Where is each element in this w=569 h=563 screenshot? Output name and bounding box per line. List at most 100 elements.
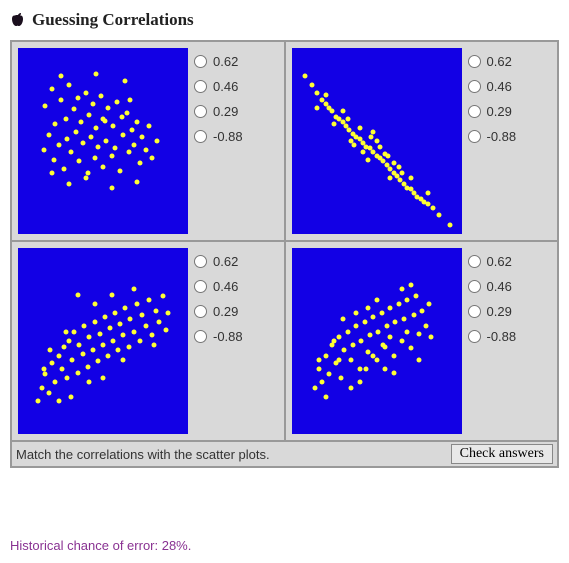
data-point [349,357,354,362]
correlation-radio[interactable] [468,130,481,143]
data-point [138,161,143,166]
data-point [408,176,413,181]
data-point [313,385,318,390]
correlation-radio[interactable] [194,80,207,93]
scatter-plot [18,248,188,434]
correlation-option[interactable]: 0.46 [194,279,243,294]
check-answers-button[interactable]: Check answers [451,444,553,464]
data-point [369,135,374,140]
correlation-radio[interactable] [468,330,481,343]
data-point [357,379,362,384]
data-point [150,333,155,338]
correlation-option[interactable]: -0.88 [468,329,517,344]
data-point [99,94,104,99]
data-point [39,385,44,390]
data-point [396,165,401,170]
correlation-option[interactable]: -0.88 [194,129,243,144]
correlation-option[interactable]: 0.62 [468,254,517,269]
data-point [121,333,126,338]
data-point [102,314,107,319]
data-point [82,324,87,329]
data-point [360,150,365,155]
data-point [384,324,389,329]
options-group: 0.62 0.46 0.29 -0.88 [194,248,243,434]
data-point [131,142,136,147]
data-point [90,101,95,106]
data-point [75,96,80,101]
data-point [121,357,126,362]
data-point [388,176,393,181]
correlation-radio[interactable] [194,305,207,318]
scatter-plot [292,48,462,234]
correlation-radio[interactable] [468,80,481,93]
data-point [155,139,160,144]
correlation-option[interactable]: 0.62 [194,54,243,69]
correlation-radio[interactable] [194,55,207,68]
data-point [56,398,61,403]
correlation-option[interactable]: -0.88 [194,329,243,344]
data-point [114,99,119,104]
data-point [72,107,77,112]
data-point [425,202,430,207]
data-point [315,90,320,95]
data-point [342,348,347,353]
data-point [420,309,425,314]
data-point [364,366,369,371]
correlation-option[interactable]: 0.46 [468,79,517,94]
data-point [75,292,80,297]
data-point [50,361,55,366]
correlation-option[interactable]: 0.46 [194,79,243,94]
correlation-option[interactable]: 0.62 [194,254,243,269]
data-point [400,170,405,175]
correlation-radio[interactable] [194,130,207,143]
correlation-option[interactable]: 0.29 [468,104,517,119]
data-point [109,292,114,297]
data-point [46,391,51,396]
data-point [77,159,82,164]
correlation-option[interactable]: -0.88 [468,129,517,144]
correlation-radio[interactable] [468,55,481,68]
data-point [405,298,410,303]
correlation-option[interactable]: 0.29 [194,104,243,119]
data-point [41,366,46,371]
data-point [61,344,66,349]
data-point [423,324,428,329]
data-point [309,83,314,88]
historical-error-text: Historical chance of error: 28%. [10,538,559,553]
data-point [152,342,157,347]
data-point [36,398,41,403]
data-point [374,298,379,303]
data-point [345,116,350,121]
correlation-radio[interactable] [194,330,207,343]
data-point [326,372,331,377]
footer-bar: Match the correlations with the scatter … [12,440,557,466]
correlation-radio[interactable] [468,105,481,118]
data-point [388,305,393,310]
data-point [400,286,405,291]
correlation-option[interactable]: 0.29 [194,304,243,319]
data-point [379,311,384,316]
data-point [126,150,131,155]
data-point [427,301,432,306]
correlation-radio[interactable] [468,305,481,318]
data-point [84,176,89,181]
correlation-radio[interactable] [194,105,207,118]
scatter-plot [18,48,188,234]
data-point [67,83,72,88]
data-point [75,370,80,375]
data-point [92,155,97,160]
data-point [131,329,136,334]
data-point [60,366,65,371]
correlation-option[interactable]: 0.46 [468,279,517,294]
data-point [354,324,359,329]
correlation-option[interactable]: 0.62 [468,54,517,69]
correlation-label: 0.62 [213,254,238,269]
correlation-radio[interactable] [194,255,207,268]
data-point [135,179,140,184]
data-point [366,305,371,310]
data-point [67,339,72,344]
correlation-radio[interactable] [194,280,207,293]
correlation-radio[interactable] [468,280,481,293]
correlation-radio[interactable] [468,255,481,268]
correlation-option[interactable]: 0.29 [468,304,517,319]
